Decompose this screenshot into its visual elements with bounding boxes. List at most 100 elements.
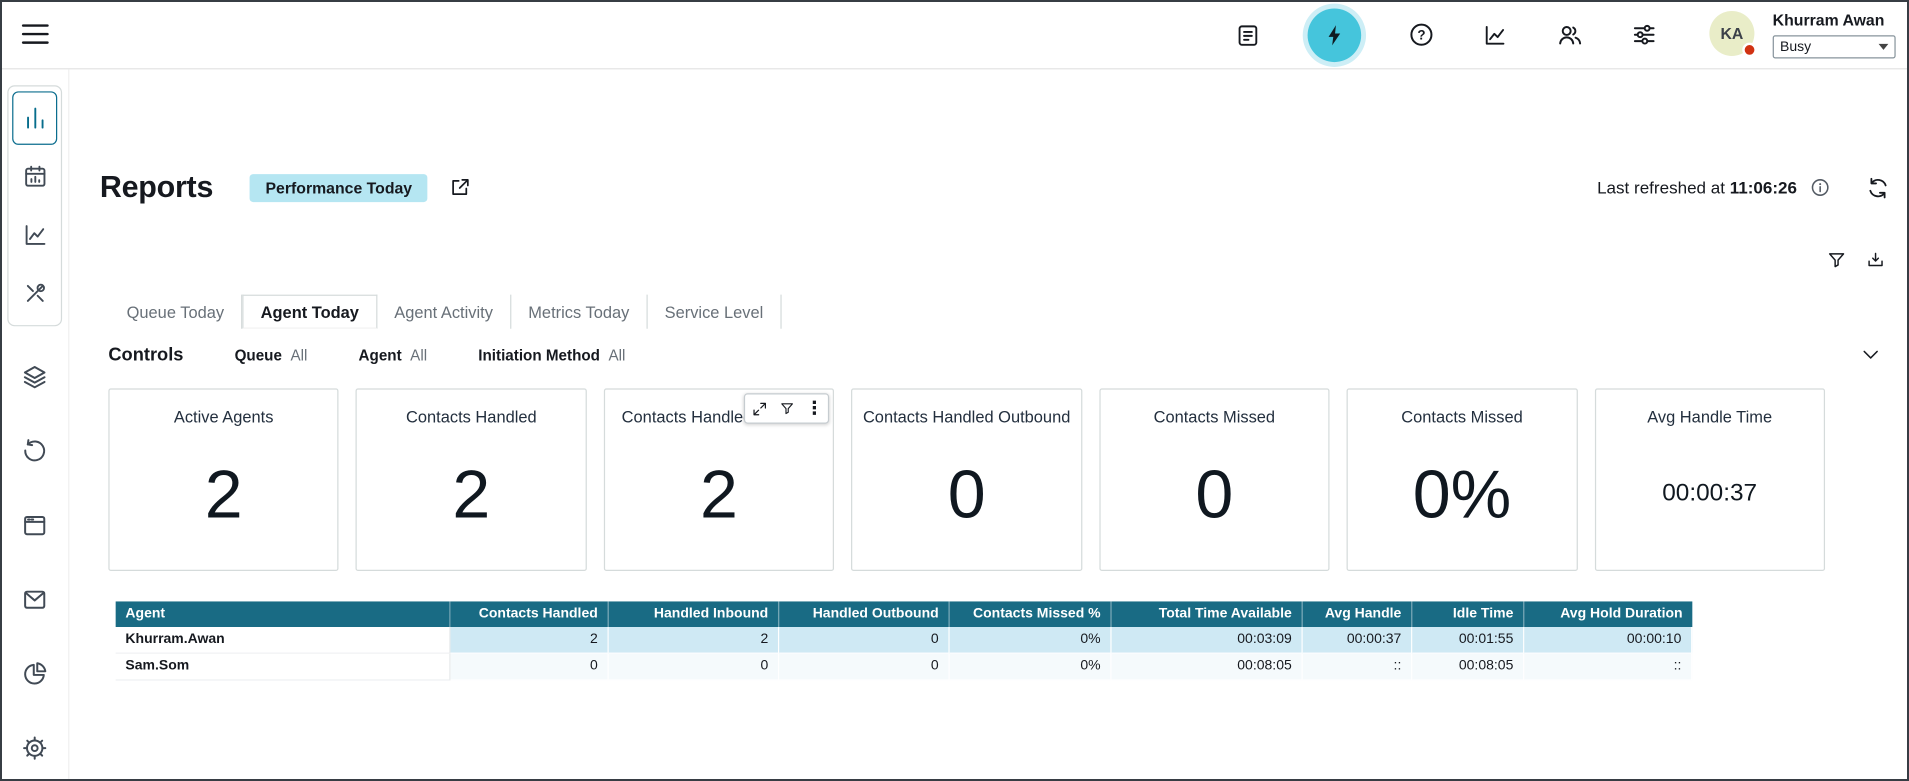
window-icon [21, 511, 49, 539]
status-select-value: Busy [1780, 40, 1811, 55]
kpi-card-contacts-missed-pct: Contacts Missed 0% [1347, 388, 1578, 571]
history-icon [21, 436, 49, 464]
tab-metrics-today[interactable]: Metrics Today [511, 295, 647, 329]
kpi-value: 0 [1195, 416, 1233, 569]
col-idle-time: Idle Time [1412, 601, 1524, 627]
spark-button[interactable] [1308, 8, 1362, 62]
avatar-initials: KA [1720, 24, 1743, 42]
table-cell: 00:00:37 [1303, 627, 1413, 654]
table-row: Sam.Som 0 0 0 0% 00:08:05 :: 00:08:05 :: [116, 654, 1693, 681]
settings-sliders-icon[interactable] [1629, 20, 1658, 49]
sidebar-item-settings[interactable] [12, 733, 57, 762]
top-bar: ? KA Khurram Awan Busy [0, 0, 1909, 69]
filter-agent-value: All [410, 346, 427, 363]
filter-funnel-icon[interactable] [1825, 248, 1847, 270]
table-cell: 0% [950, 627, 1112, 654]
sidebar-item-layers[interactable] [12, 362, 57, 391]
tab-queue-today[interactable]: Queue Today [110, 295, 243, 329]
table-cell: :: [1303, 654, 1413, 681]
svg-text:?: ? [1417, 28, 1425, 43]
table-cell: 00:03:09 [1112, 627, 1303, 654]
tools-icon [21, 280, 48, 307]
kpi-card-contacts-handled-outbound: Contacts Handled Outbound 0 [851, 388, 1082, 571]
filter-initiation-method[interactable]: Initiation Method All [478, 346, 625, 363]
tab-agent-today[interactable]: Agent Today [242, 295, 377, 329]
col-handled-inbound: Handled Inbound [609, 601, 779, 627]
users-icon[interactable] [1555, 20, 1584, 49]
kpi-value: 2 [205, 416, 243, 569]
table-cell: :: [1524, 654, 1692, 681]
table-cell: 00:01:55 [1412, 627, 1524, 654]
filter-initiation-label: Initiation Method [478, 346, 600, 363]
user-name: Khurram Awan [1773, 12, 1896, 29]
agent-table: Agent Contacts Handled Handled Inbound H… [116, 601, 1693, 680]
controls-title: Controls [108, 345, 183, 366]
sidebar-item-pie-reports[interactable] [12, 659, 57, 688]
download-icon[interactable] [1864, 248, 1886, 270]
sidebar-item-schedule[interactable] [12, 150, 57, 204]
table-cell: 00:08:05 [1112, 654, 1303, 681]
table-cell: 0 [450, 654, 608, 681]
table-cell: 0 [609, 654, 779, 681]
table-row: Khurram.Awan 2 2 0 0% 00:03:09 00:00:37 … [116, 627, 1693, 654]
card-filter-funnel-icon[interactable] [776, 398, 798, 420]
page-title: Reports [100, 170, 213, 205]
col-contacts-missed-pct: Contacts Missed % [950, 601, 1112, 627]
layers-icon [21, 362, 49, 390]
avatar[interactable]: KA [1709, 11, 1754, 56]
gear-icon [21, 734, 49, 762]
refresh-icon[interactable] [1865, 175, 1891, 201]
expand-icon[interactable] [748, 398, 770, 420]
col-contacts-handled: Contacts Handled [450, 601, 608, 627]
filter-agent[interactable]: Agent All [359, 346, 428, 363]
sidebar-item-reports[interactable] [12, 91, 57, 145]
table-cell: 2 [450, 627, 608, 654]
topbar-icon-group: ? [1233, 0, 1658, 69]
app-window: ? KA Khurram Awan Busy [0, 0, 1909, 780]
table-header-row: Agent Contacts Handled Handled Inbound H… [116, 601, 1693, 627]
card-hover-toolbar: ⋮ [744, 393, 829, 423]
panel-actions [1825, 248, 1886, 270]
sidebar-lower-group [0, 362, 69, 763]
info-icon[interactable] [1809, 177, 1831, 199]
agent-name-cell: Sam.Som [116, 654, 451, 681]
filter-queue-label: Queue [235, 346, 282, 363]
table-cell: 0 [779, 654, 949, 681]
filter-initiation-value: All [609, 346, 626, 363]
col-avg-handle: Avg Handle [1303, 601, 1413, 627]
bar-chart-icon [21, 105, 48, 132]
notepad-icon[interactable] [1233, 20, 1262, 49]
hamburger-menu-icon[interactable] [22, 21, 49, 48]
table-cell: 00:08:05 [1412, 654, 1524, 681]
calendar-icon [21, 163, 48, 190]
kpi-card-contacts-missed: Contacts Missed 0 [1099, 388, 1330, 571]
line-chart-icon [21, 222, 48, 249]
table-cell: 00:00:10 [1524, 627, 1692, 654]
table-cell: 0% [950, 654, 1112, 681]
metrics-chart-icon[interactable] [1480, 20, 1509, 49]
table-cell: 2 [609, 627, 779, 654]
controls-collapse-chevron-icon[interactable] [1860, 345, 1881, 366]
filter-queue[interactable]: Queue All [235, 346, 308, 363]
kpi-card-active-agents: Active Agents 2 [108, 388, 339, 571]
status-select[interactable]: Busy [1773, 35, 1896, 58]
kpi-card-contacts-handled-inbound: ⋮ Contacts Handled Inbound 2 [604, 388, 835, 571]
chevron-down-icon [1879, 44, 1889, 50]
sidebar-item-tools[interactable] [12, 267, 57, 321]
tab-service-level[interactable]: Service Level [648, 295, 782, 329]
sidebar-item-window[interactable] [12, 510, 57, 539]
kpi-value: 0 [948, 416, 986, 569]
external-link-icon[interactable] [449, 175, 473, 199]
tab-agent-activity[interactable]: Agent Activity [377, 295, 511, 329]
help-icon[interactable]: ? [1406, 20, 1435, 49]
kebab-menu-icon[interactable]: ⋮ [803, 398, 825, 420]
main-content: Reports Performance Today Last refreshed… [69, 69, 1909, 780]
pie-chart-icon [21, 659, 49, 687]
sidebar-item-metrics[interactable] [12, 208, 57, 262]
sidebar-item-history[interactable] [12, 436, 57, 465]
sidebar-item-mail[interactable] [12, 584, 57, 613]
left-sidebar [0, 69, 69, 780]
lightning-icon [1321, 21, 1348, 48]
controls-bar: Controls Queue All Agent All Initiation … [108, 336, 1881, 374]
kpi-cards-row: Active Agents 2 Contacts Handled 2 ⋮ Con… [108, 388, 1825, 571]
